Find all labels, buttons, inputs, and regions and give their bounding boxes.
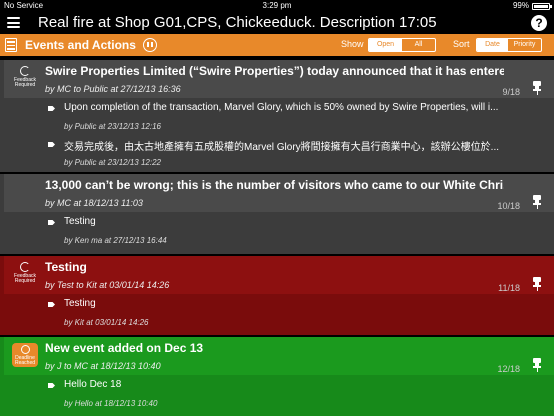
event-meta: by MC to Public at 27/12/13 16:36 — [45, 84, 181, 94]
pin-icon[interactable] — [533, 81, 541, 95]
badge-label: Feedback Required — [14, 77, 36, 88]
event-card[interactable]: Feedback Required Testing by Test to Kit… — [0, 256, 554, 335]
pin-icon[interactable] — [533, 358, 541, 372]
pin-icon[interactable] — [533, 195, 541, 209]
event-title: Swire Properties Limited (“Swire Propert… — [45, 64, 504, 78]
status-bar: No Service 3:29 pm 99% — [0, 0, 554, 12]
event-meta: by Test to Kit at 03/01/14 14:26 — [45, 280, 170, 290]
reply-text: Hello Dec 18 — [64, 379, 122, 390]
sort-priority-option[interactable]: Priority — [508, 39, 541, 51]
tag-icon — [48, 383, 55, 388]
show-filter: Open All — [368, 38, 436, 52]
battery-percent: 99% — [512, 1, 529, 10]
reply-item[interactable]: 交易完成後，由太古地產擁有五成股權的Marvel Glory將間接擁有大昌行商業… — [44, 134, 542, 174]
reply-item[interactable]: Upon completion of the transaction, Marv… — [44, 98, 542, 138]
tag-icon — [48, 142, 55, 147]
section-title: Events and Actions — [25, 38, 136, 52]
event-index: 12/18 — [497, 364, 520, 374]
hamburger-menu-icon[interactable] — [7, 17, 20, 28]
reply-text: Testing — [64, 216, 96, 227]
tag-icon — [48, 302, 55, 307]
sort-date-option[interactable]: Date — [477, 39, 508, 51]
title-bar: Real fire at Shop G01,CPS, Chickeeduck. … — [0, 12, 554, 34]
event-meta: by MC at 18/12/13 11:03 — [45, 198, 143, 208]
reply-item[interactable]: Testing by Kit at 03/01/14 14:26 — [44, 294, 542, 334]
event-header[interactable]: 13,000 can’t be wrong; this is the numbe… — [4, 174, 554, 212]
show-label: Show — [341, 39, 364, 49]
clock: 3:29 pm — [262, 1, 292, 10]
show-open-option[interactable]: Open — [369, 39, 402, 51]
pin-icon[interactable] — [533, 277, 541, 291]
reply-meta: by Public at 23/12/13 12:22 — [64, 158, 161, 167]
event-title: New event added on Dec 13 — [45, 341, 204, 355]
deadline-reached-icon: Deadline Reached — [12, 343, 38, 367]
event-meta: by J to MC at 18/12/13 10:40 — [45, 361, 161, 371]
events-toolbar: Events and Actions Show Open All Sort Da… — [0, 34, 554, 56]
badge-label: Deadline Reached — [14, 355, 35, 366]
feedback-required-icon: Feedback Required — [10, 66, 40, 90]
feedback-required-icon: Feedback Required — [10, 262, 40, 286]
sort-label: Sort — [453, 39, 470, 49]
event-card[interactable]: Deadline Reached New event added on Dec … — [0, 337, 554, 416]
event-card[interactable]: Feedback Required Swire Properties Limit… — [0, 60, 554, 172]
event-header[interactable]: Deadline Reached New event added on Dec … — [4, 337, 554, 375]
help-icon[interactable]: ? — [531, 15, 547, 31]
event-card[interactable]: 13,000 can’t be wrong; this is the numbe… — [0, 174, 554, 254]
event-title: 13,000 can’t be wrong; this is the numbe… — [45, 178, 504, 192]
reply-text: Testing — [64, 298, 96, 309]
events-list: Feedback Required Swire Properties Limit… — [0, 56, 554, 416]
event-index: 9/18 — [502, 87, 520, 97]
badge-label: Feedback Required — [14, 273, 36, 284]
show-all-option[interactable]: All — [402, 39, 435, 51]
sort-filter: Date Priority — [476, 38, 542, 52]
reply-item[interactable]: Hello Dec 18 by Hello at 18/12/13 10:40 — [44, 375, 542, 415]
reply-meta: by Kit at 03/01/14 14:26 — [64, 318, 149, 327]
reply-item[interactable]: Testing by Ken ma at 27/12/13 16:44 — [44, 212, 542, 252]
event-header[interactable]: Feedback Required Swire Properties Limit… — [4, 60, 554, 98]
reply-text: 交易完成後，由太古地產擁有五成股權的Marvel Glory將間接擁有大昌行商業… — [64, 142, 500, 153]
pause-icon[interactable] — [143, 38, 157, 52]
reply-text: Upon completion of the transaction, Marv… — [64, 102, 499, 113]
reply-meta: by Ken ma at 27/12/13 16:44 — [64, 236, 167, 245]
battery-indicator: 99% — [512, 0, 552, 12]
event-header[interactable]: Feedback Required Testing by Test to Kit… — [4, 256, 554, 294]
document-icon — [5, 38, 17, 52]
tag-icon — [48, 220, 55, 225]
page-title: Real fire at Shop G01,CPS, Chickeeduck. … — [38, 14, 437, 31]
event-title: Testing — [45, 260, 87, 274]
event-index: 11/18 — [498, 283, 520, 293]
event-index: 10/18 — [497, 201, 520, 211]
battery-icon — [532, 2, 552, 10]
reply-meta: by Public at 23/12/13 12:16 — [64, 122, 161, 131]
reply-meta: by Hello at 18/12/13 10:40 — [64, 399, 158, 408]
tag-icon — [48, 106, 55, 111]
